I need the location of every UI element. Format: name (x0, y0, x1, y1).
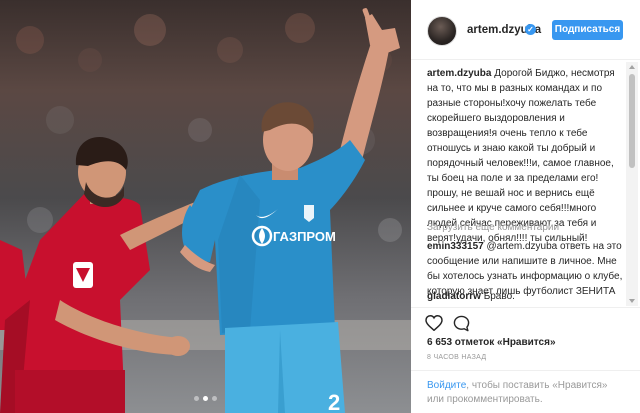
post-caption: artem.dzyuba Дорогой Биджо, несмотря на … (427, 66, 623, 246)
login-prompt: Войдите, чтобы поставить «Нравится» или … (411, 370, 640, 413)
scroll-down-arrow-icon[interactable] (629, 299, 635, 303)
login-link[interactable]: Войдите (427, 380, 466, 391)
avatar[interactable] (427, 16, 457, 46)
caption-author[interactable]: artem.dzyuba (427, 68, 491, 79)
carousel-dot[interactable] (212, 396, 217, 401)
post-actions-bar (411, 307, 640, 337)
carousel-dot[interactable] (203, 396, 208, 401)
carousel-dot[interactable] (194, 396, 199, 401)
comments-scrollbar[interactable] (626, 62, 638, 306)
post-header: artem.dzyuba ✓ Подписаться (411, 0, 640, 60)
spartak-player (0, 137, 205, 413)
zenit-player: ГАЗПРОМ 2 (180, 8, 400, 413)
post-details-panel: artem.dzyuba ✓ Подписаться artem.dzyuba … (411, 0, 640, 413)
comment-item: gladiatorrw Браво. (427, 289, 623, 304)
comment-text: Браво. (483, 291, 515, 302)
caption-text: Дорогой Биджо, несмотря на то, что мы в … (427, 68, 615, 244)
post-timestamp[interactable]: 8 ЧАСОВ НАЗАД (427, 354, 486, 361)
scroll-up-arrow-icon[interactable] (629, 65, 635, 69)
load-more-comments-button[interactable]: Загрузить еще комментарии (427, 222, 559, 233)
verified-badge-icon: ✓ (525, 24, 536, 35)
carousel-indicator (0, 388, 411, 406)
photo-illustration: ГАЗПРОМ 2 (0, 8, 411, 413)
follow-button[interactable]: Подписаться (552, 20, 623, 40)
comment-author[interactable]: emin333157 (427, 241, 484, 252)
comment-icon[interactable] (453, 315, 470, 337)
likes-count[interactable]: 6 653 отметок «Нравится» (427, 337, 556, 348)
comments-list[interactable]: artem.dzyuba Дорогой Биджо, несмотря на … (411, 61, 640, 307)
jersey-sponsor: ГАЗПРОМ (273, 229, 336, 244)
login-prompt-text: Войдите, чтобы поставить «Нравится» или … (427, 379, 623, 407)
heart-icon[interactable] (425, 314, 443, 336)
comment-author[interactable]: gladiatorrw (427, 291, 481, 302)
post-photo[interactable]: ГАЗПРОМ 2 (0, 0, 411, 413)
scrollbar-thumb[interactable] (629, 74, 635, 168)
